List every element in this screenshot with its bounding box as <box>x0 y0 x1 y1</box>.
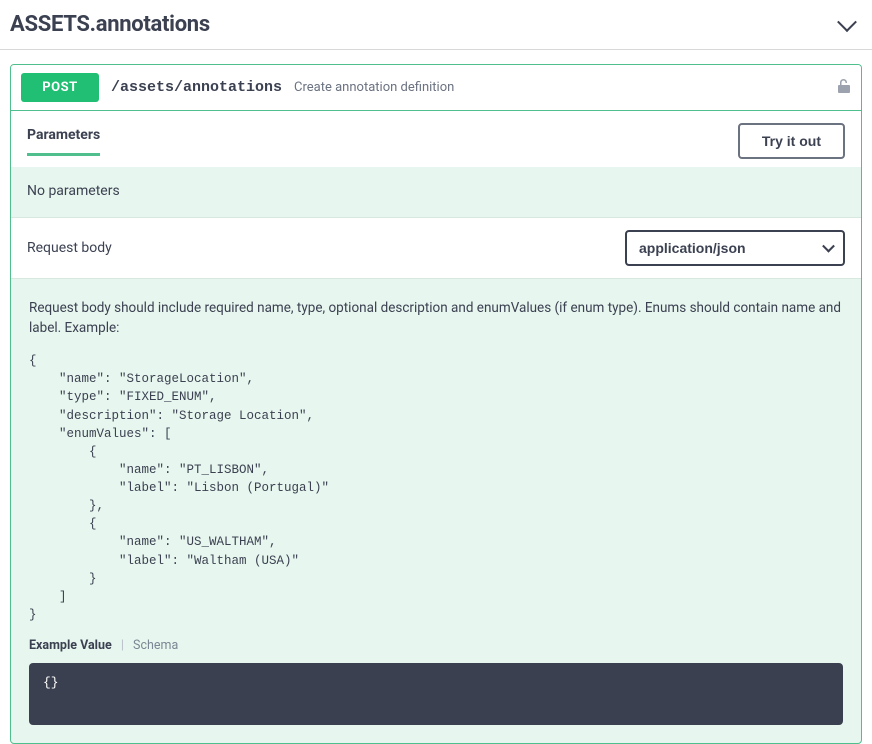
section-header[interactable]: ASSETS.annotations <box>0 0 872 50</box>
no-parameters-text: No parameters <box>11 167 861 217</box>
example-tabs: Example Value | Schema <box>11 636 861 663</box>
model-example-code[interactable]: {} <box>29 663 843 725</box>
operation-panel: POST /assets/annotations Create annotati… <box>10 64 862 744</box>
tab-example-value[interactable]: Example Value <box>29 638 112 653</box>
tab-schema[interactable]: Schema <box>133 638 178 653</box>
request-body-header: Request body application/json <box>11 217 861 279</box>
unlock-icon[interactable] <box>837 78 851 98</box>
try-it-out-button[interactable]: Try it out <box>738 123 845 159</box>
operation-row[interactable]: POST /assets/annotations Create annotati… <box>11 65 861 111</box>
section-title: ASSETS.annotations <box>10 12 210 37</box>
endpoint-summary: Create annotation definition <box>294 80 454 95</box>
content-type-select[interactable]: application/json <box>625 230 845 266</box>
request-body-example: { "name": "StorageLocation", "type": "FI… <box>11 344 861 636</box>
parameters-bar: Parameters Try it out <box>11 111 861 167</box>
request-body-description: Request body should include required nam… <box>11 279 861 344</box>
tab-parameters[interactable]: Parameters <box>27 127 100 156</box>
request-body-label: Request body <box>27 240 112 256</box>
chevron-down-icon <box>837 12 857 32</box>
endpoint-path: /assets/annotations <box>111 79 282 96</box>
http-method-badge: POST <box>21 73 99 102</box>
